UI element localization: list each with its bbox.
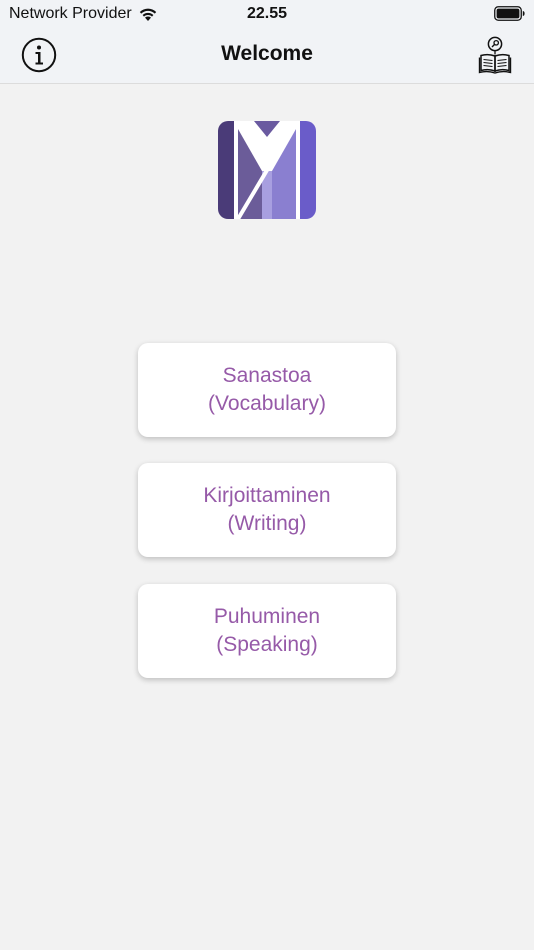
writing-label-en: (Writing) bbox=[227, 512, 307, 535]
status-time: 22.55 bbox=[246, 5, 288, 22]
vocabulary-button[interactable]: Sanastoa (Vocabulary) bbox=[138, 343, 396, 437]
vocabulary-label-fi: Sanastoa bbox=[222, 364, 312, 387]
book-search-icon[interactable] bbox=[478, 35, 512, 75]
writing-label-fi: Kirjoittaminen bbox=[203, 484, 331, 507]
page-title: Welcome bbox=[221, 42, 313, 65]
speaking-button[interactable]: Puhuminen (Speaking) bbox=[138, 584, 396, 678]
writing-button[interactable]: Kirjoittaminen (Writing) bbox=[138, 463, 396, 557]
status-bar: Network Provider 22.55 bbox=[0, 0, 534, 28]
speaking-label-fi: Puhuminen bbox=[213, 605, 321, 628]
app-logo bbox=[218, 121, 316, 219]
speaking-label-en: (Speaking) bbox=[216, 633, 318, 656]
battery-icon bbox=[494, 6, 525, 21]
vocabulary-label-en: (Vocabulary) bbox=[208, 392, 326, 415]
navigation-bar: Welcome bbox=[0, 28, 534, 84]
